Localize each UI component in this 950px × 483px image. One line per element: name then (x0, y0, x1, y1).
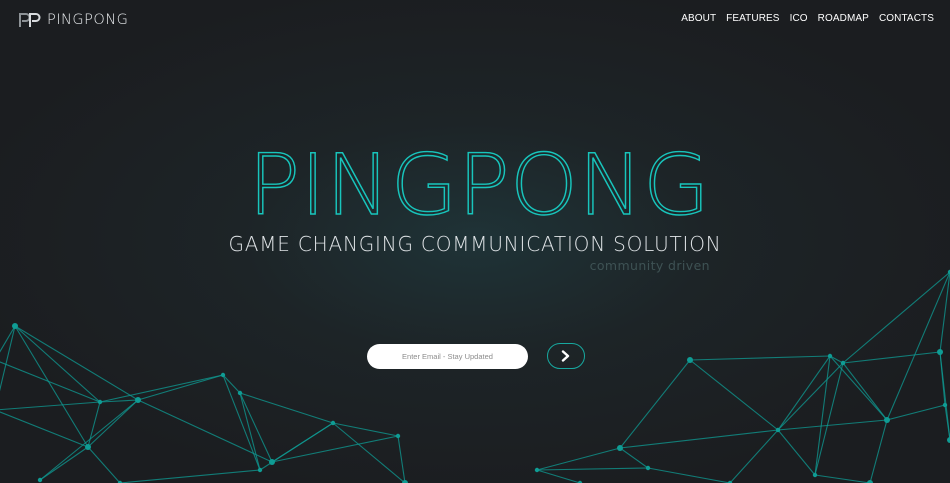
network-node (840, 360, 846, 366)
network-line (536, 467, 649, 471)
hero-title-graphic: PINGPONG (247, 135, 710, 230)
network-line (0, 401, 101, 411)
network-node (97, 399, 103, 405)
network-line (619, 447, 649, 469)
network-line (536, 447, 621, 471)
network-line (39, 399, 139, 481)
network-line (829, 355, 844, 364)
network-line (842, 362, 888, 421)
network-line (271, 435, 399, 463)
network-line (332, 422, 406, 483)
nav-features[interactable]: FEATURES (726, 13, 779, 24)
network-line (0, 361, 101, 403)
network-node (37, 477, 43, 483)
network-line (0, 411, 89, 448)
network-line (14, 325, 89, 448)
network-node (617, 445, 623, 451)
main-nav: ABOUT FEATURES ICO ROADMAP CONTACTS (681, 13, 934, 24)
network-line (619, 429, 779, 449)
network-line (536, 469, 581, 483)
network-node (257, 467, 263, 473)
pp-logo-icon (19, 12, 41, 27)
network-line (239, 392, 334, 424)
network-line (886, 404, 946, 421)
network-line (87, 401, 101, 448)
network-line (239, 392, 273, 463)
network-line (814, 474, 871, 483)
brand-name: PINGPONG (47, 12, 129, 28)
network-line (222, 374, 261, 471)
network-line (689, 355, 831, 361)
network-node (827, 353, 833, 359)
network-line (777, 362, 844, 431)
network-line (87, 446, 121, 483)
network-node (937, 349, 943, 355)
network-node (812, 472, 818, 478)
chevron-right-icon (561, 350, 570, 362)
network-line (619, 359, 691, 449)
hero-tagline: community driven (589, 258, 710, 273)
network-line (829, 355, 888, 421)
nav-contacts[interactable]: CONTACTS (879, 13, 934, 24)
network-node (220, 372, 226, 378)
nav-roadmap[interactable]: ROADMAP (818, 13, 869, 24)
network-line (14, 325, 101, 403)
header: PINGPONG ABOUT FEATURES ICO ROADMAP CONT… (0, 0, 950, 40)
network-line (939, 351, 950, 441)
logo[interactable]: PINGPONG (19, 12, 128, 28)
network-node (534, 467, 540, 473)
network-line (729, 429, 779, 483)
network-line (869, 419, 888, 483)
network-line (137, 399, 273, 463)
network-line (39, 446, 89, 481)
landing-page: PINGPONG ABOUT FEATURES ICO ROADMAP CONT… (0, 0, 950, 483)
network-line (119, 469, 261, 483)
network-line (137, 374, 224, 401)
network-line (777, 429, 816, 476)
nav-ico[interactable]: ICO (790, 13, 808, 24)
network-line (814, 362, 844, 476)
network-node (395, 433, 401, 439)
hero-subtitle: GAME CHANGING COMMUNICATION SOLUTION (228, 232, 722, 256)
submit-button[interactable] (547, 343, 585, 369)
network-node (330, 420, 336, 426)
network-line (87, 399, 139, 448)
network-node (12, 323, 18, 329)
network-line (842, 271, 950, 364)
network-node (687, 357, 693, 363)
network-node (85, 444, 91, 450)
network-node (942, 402, 948, 408)
network-node (775, 427, 781, 433)
network-line (647, 467, 731, 483)
network-node (645, 465, 651, 471)
network-line (777, 419, 888, 431)
network-line (689, 359, 779, 431)
network-line (14, 325, 139, 401)
network-node (237, 390, 243, 396)
network-node (884, 417, 890, 423)
network-line (332, 422, 399, 437)
nav-about[interactable]: ABOUT (681, 13, 716, 24)
hero-title: PINGPONG (248, 136, 710, 230)
network-line (0, 325, 16, 353)
network-line (397, 435, 406, 483)
network-line (842, 351, 941, 364)
email-input[interactable] (367, 344, 528, 369)
network-node (269, 459, 275, 465)
network-line (222, 374, 241, 394)
network-line (239, 392, 261, 471)
network-node (135, 397, 141, 403)
